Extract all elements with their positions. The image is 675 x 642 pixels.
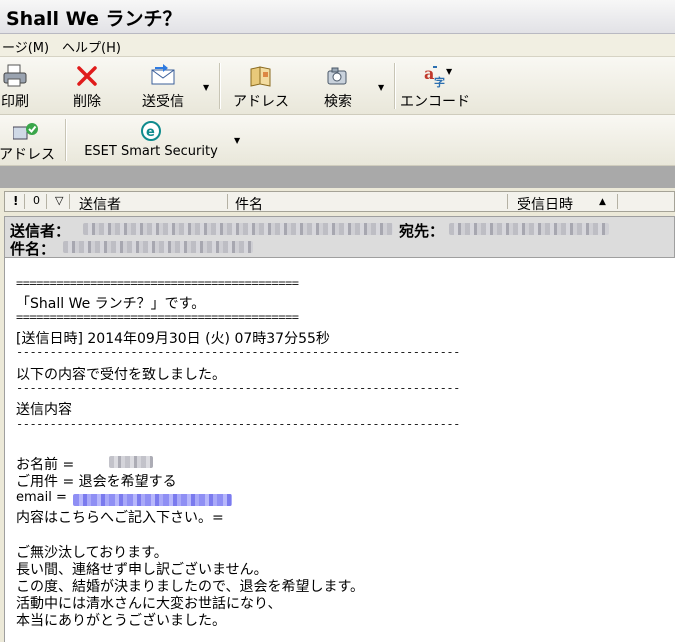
menu-help[interactable]: ヘルプ(H) bbox=[62, 37, 121, 56]
encode-button[interactable]: a 字 エンコード bbox=[400, 64, 470, 111]
address-check-button[interactable]: アドレス bbox=[0, 121, 56, 164]
body-line: 本当にありがとうございました。 bbox=[16, 613, 226, 629]
toolbar-separator bbox=[394, 63, 396, 109]
encode-dropdown-icon[interactable]: ▼ bbox=[446, 67, 452, 76]
to-label: 宛先： bbox=[399, 222, 445, 240]
sort-indicator-icon: ▲ bbox=[599, 197, 606, 207]
flag-column-icon[interactable]: ▽ bbox=[55, 194, 63, 207]
toolbar-separator bbox=[219, 63, 221, 109]
search-icon bbox=[327, 67, 347, 85]
priority-column-icon[interactable]: ! bbox=[13, 194, 18, 208]
subject-label: 件名： bbox=[10, 240, 56, 258]
print-label: 印刷 bbox=[1, 94, 29, 110]
svg-text:字: 字 bbox=[434, 75, 445, 88]
menu-message[interactable]: ージ(M) bbox=[2, 37, 49, 56]
eset-button[interactable]: e ESET Smart Security bbox=[76, 121, 226, 159]
separator-single: ----------------------------------------… bbox=[16, 345, 460, 359]
attachment-column-icon[interactable]: 0 bbox=[33, 194, 40, 207]
folder-bar bbox=[0, 166, 675, 188]
svg-text:e: e bbox=[146, 125, 155, 140]
from-address-redacted bbox=[83, 223, 393, 235]
menu-bar: ージ(M) ヘルプ(H) bbox=[0, 34, 675, 57]
address-check-label: アドレス bbox=[0, 147, 55, 163]
to-address-redacted bbox=[449, 223, 609, 235]
send-receive-button[interactable]: 送受信 bbox=[136, 64, 190, 111]
eset-dropdown-icon[interactable]: ▼ bbox=[234, 136, 240, 145]
body-line: 内容はこちらへご記入下さい。= bbox=[16, 510, 224, 526]
encode-label: エンコード bbox=[400, 94, 470, 110]
body-line: ご用件 = 退会を希望する bbox=[16, 474, 177, 490]
address-book-icon bbox=[250, 66, 271, 87]
address-label: アドレス bbox=[233, 94, 289, 110]
address-check-icon bbox=[13, 123, 38, 140]
encoding-icon: a 字 bbox=[424, 64, 445, 88]
search-button[interactable]: 検索 bbox=[318, 64, 358, 111]
delete-label: 削除 bbox=[73, 94, 101, 110]
search-dropdown-icon[interactable]: ▼ bbox=[378, 83, 384, 92]
body-line: 送信内容 bbox=[16, 402, 72, 418]
printer-icon bbox=[3, 64, 27, 87]
email-field-label: email = bbox=[16, 490, 67, 505]
name-redacted bbox=[109, 456, 153, 468]
secondary-toolbar: アドレス e ESET Smart Security ▼ bbox=[0, 115, 675, 166]
send-receive-icon bbox=[151, 64, 175, 85]
column-received-date[interactable]: 受信日時 bbox=[517, 194, 573, 214]
main-toolbar: 印刷 削除 送受信 ▼ アドレス 検索 ▼ a 字 エンコード ▼ bbox=[0, 57, 675, 115]
delete-button[interactable]: 削除 bbox=[68, 64, 106, 111]
send-receive-label: 送受信 bbox=[142, 94, 184, 110]
delete-x-icon bbox=[77, 66, 97, 86]
toolbar-separator bbox=[65, 119, 67, 161]
separator-single: ----------------------------------------… bbox=[16, 381, 460, 395]
message-header: 送信者： 宛先： 件名： bbox=[4, 216, 675, 258]
separator-single: ----------------------------------------… bbox=[16, 417, 460, 431]
address-button[interactable]: アドレス bbox=[230, 64, 292, 111]
print-button[interactable]: 印刷 bbox=[0, 64, 32, 111]
separator-double: ========================================… bbox=[16, 276, 299, 290]
message-body[interactable]: ========================================… bbox=[4, 258, 675, 642]
svg-text:a: a bbox=[424, 64, 434, 83]
eset-icon: e bbox=[141, 121, 161, 141]
title-bar: Shall We ランチ？ bbox=[0, 0, 675, 34]
window-title: Shall We ランチ？ bbox=[6, 8, 182, 30]
column-subject[interactable]: 件名 bbox=[235, 194, 263, 214]
eset-label: ESET Smart Security bbox=[84, 144, 218, 159]
search-label: 検索 bbox=[324, 94, 352, 110]
subject-redacted bbox=[63, 241, 253, 253]
message-list-header: ! 0 ▽ 送信者 件名 受信日時 ▲ bbox=[4, 191, 675, 214]
separator-double: ========================================… bbox=[16, 310, 299, 324]
email-link-redacted[interactable] bbox=[73, 494, 232, 506]
column-sender[interactable]: 送信者 bbox=[79, 194, 121, 214]
send-receive-dropdown-icon[interactable]: ▼ bbox=[203, 83, 209, 92]
